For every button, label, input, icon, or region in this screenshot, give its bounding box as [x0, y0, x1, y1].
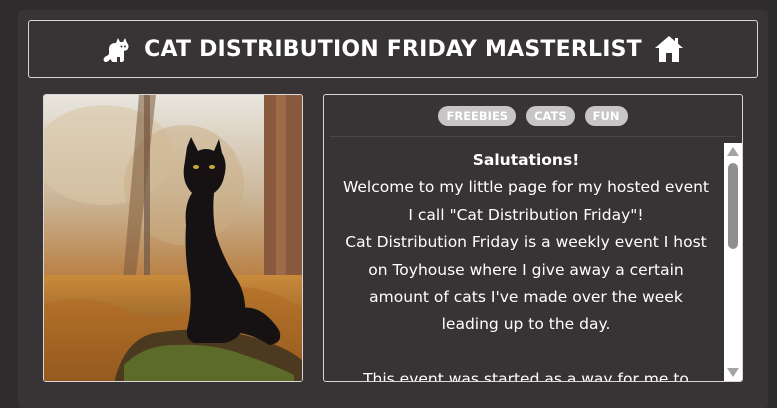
info-panel: FREEBIES CATS FUN Salutations! Welcome t…	[323, 94, 743, 382]
description-line: leading up to the day.	[441, 315, 611, 334]
home-icon[interactable]	[652, 32, 686, 66]
description-scroll-area[interactable]: Salutations! Welcome to my little page f…	[330, 143, 742, 381]
page-title: CAT DISTRIBUTION FRIDAY MASTERLIST	[144, 36, 642, 62]
tag-list: FREEBIES CATS FUN	[330, 95, 736, 137]
header: CAT DISTRIBUTION FRIDAY MASTERLIST	[28, 20, 758, 78]
tag-cats[interactable]: CATS	[526, 105, 575, 126]
description-line	[330, 339, 722, 366]
description-line: Welcome to my little page for my hosted …	[342, 178, 710, 197]
scroll-thumb[interactable]	[728, 163, 738, 249]
description-line: I call "Cat Distribution Friday"!	[408, 205, 644, 224]
tag-fun[interactable]: FUN	[584, 105, 628, 126]
description-line: Cat Distribution Friday is a weekly even…	[345, 233, 707, 252]
scrollbar[interactable]	[724, 143, 742, 381]
scroll-up-arrow-icon[interactable]	[727, 147, 739, 156]
greeting: Salutations!	[472, 151, 580, 169]
description-line: on Toyhouse where I give away a certain	[368, 260, 684, 279]
cat-icon	[100, 32, 134, 66]
cat-photo	[43, 94, 303, 382]
description-line: amount of cats I've made over the week	[369, 288, 683, 307]
description-line: This event was started as a way for me t…	[363, 370, 689, 381]
tag-freebies[interactable]: FREEBIES	[438, 105, 517, 126]
scroll-down-arrow-icon[interactable]	[727, 368, 739, 377]
description-text: Salutations! Welcome to my little page f…	[330, 143, 722, 381]
